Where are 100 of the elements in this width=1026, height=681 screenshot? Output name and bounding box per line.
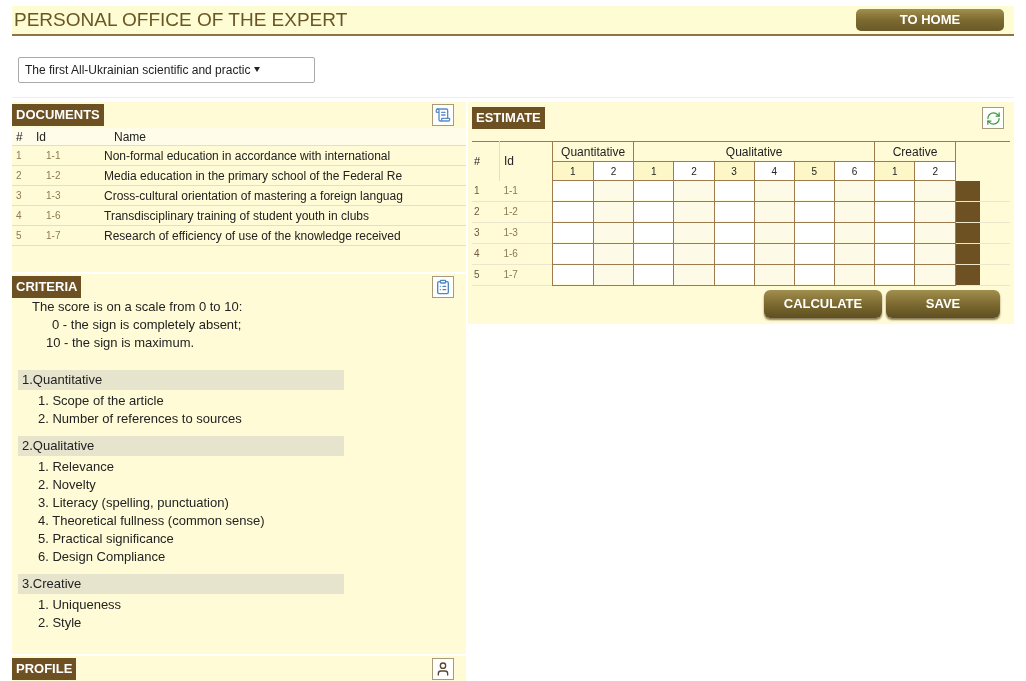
table-cell-text: 1-6 — [45, 209, 62, 223]
table-cell-text: Media education in the primary school of the Federal Re — [104, 167, 404, 185]
score-field[interactable] — [674, 265, 714, 284]
row-bar — [956, 243, 980, 264]
panel-title: ESTIMATE — [472, 107, 545, 129]
score-field[interactable] — [754, 181, 794, 201]
score-field[interactable] — [674, 223, 714, 242]
score-field[interactable] — [834, 244, 874, 263]
table-cell-text: 5 — [15, 229, 23, 243]
panel-title: CRITERIA — [12, 276, 82, 298]
score-field[interactable] — [794, 181, 834, 201]
column-group-header: Quantitative — [552, 141, 634, 162]
score-field[interactable] — [634, 223, 674, 242]
score-field[interactable] — [915, 223, 955, 242]
score-field[interactable] — [593, 181, 634, 201]
document-row[interactable]: 3 1-3 Cross-cultural orientation of mastering a foreign languag — [12, 186, 466, 206]
criteria-item: 1. Uniqueness — [38, 596, 123, 614]
score-field[interactable] — [714, 223, 754, 242]
score-field[interactable] — [754, 202, 794, 221]
score-field[interactable] — [834, 265, 874, 284]
score-field[interactable] — [714, 265, 754, 284]
score-field[interactable] — [915, 244, 955, 263]
score-field[interactable] — [875, 202, 915, 221]
table-cell: 1-2 — [499, 201, 553, 222]
conference-select[interactable]: The first All-Ukrainian scientific and practic — [18, 56, 315, 83]
criteria-item: 3. Literacy (spelling, punctuation) — [38, 494, 230, 512]
home-button[interactable]: TO HOME — [856, 9, 1004, 31]
clipboard-icon[interactable] — [432, 276, 454, 298]
row-bar — [956, 201, 980, 222]
scale-text: The score is on a scale from 0 to 10: — [32, 298, 244, 316]
score-field[interactable] — [674, 181, 714, 201]
score-field[interactable] — [794, 265, 834, 284]
row-bar — [956, 264, 980, 285]
table-cell: 5 — [472, 264, 500, 285]
scroll-icon[interactable] — [432, 104, 454, 126]
score-field[interactable] — [714, 202, 754, 221]
score-field[interactable] — [754, 223, 794, 242]
table-cell: 1 — [472, 180, 500, 201]
action-button[interactable]: SAVE — [886, 289, 1000, 318]
score-field[interactable] — [794, 202, 834, 221]
scale-text: 10 - the sign is maximum. — [45, 334, 196, 352]
score-field[interactable] — [634, 202, 674, 221]
table-cell: 2 — [472, 201, 500, 222]
criteria-item: 2. Novelty — [38, 476, 97, 494]
document-row[interactable]: 2 1-2 Media education in the primary school of the Federal Re — [12, 166, 466, 186]
score-field[interactable] — [552, 202, 593, 221]
table-cell-text: 4 — [15, 209, 23, 223]
score-field[interactable] — [834, 202, 874, 221]
refresh-icon[interactable] — [982, 107, 1004, 129]
score-field[interactable] — [634, 265, 674, 284]
person-icon[interactable] — [432, 658, 454, 680]
score-field[interactable] — [593, 265, 634, 284]
score-field[interactable] — [552, 223, 593, 242]
table-cell: 4 — [472, 243, 500, 264]
caret-icon — [254, 67, 261, 72]
row-bar — [956, 222, 980, 243]
score-field[interactable] — [794, 244, 834, 263]
score-field[interactable] — [875, 265, 915, 284]
score-field[interactable] — [915, 265, 955, 284]
criteria-group-title: 2.Qualitative — [18, 436, 344, 456]
table-cell-text: 1-1 — [45, 149, 62, 163]
table-cell: 1-1 — [499, 180, 553, 201]
score-field[interactable] — [794, 223, 834, 242]
score-field[interactable] — [915, 202, 955, 221]
column-header: # — [15, 128, 24, 146]
score-field[interactable] — [634, 181, 674, 201]
table-cell-text: 3 — [15, 189, 23, 203]
score-field[interactable] — [834, 181, 874, 201]
criteria-item: 1. Scope of the article — [38, 392, 165, 410]
document-row[interactable]: 4 1-6 Transdisciplinary training of student youth in clubs — [12, 206, 466, 226]
score-field[interactable] — [674, 244, 714, 263]
action-button[interactable]: CALCULATE — [764, 289, 882, 318]
criteria-item: 2. Style — [38, 614, 83, 632]
score-field[interactable] — [714, 244, 754, 263]
table-cell-text: Transdisciplinary training of student youth in clubs — [104, 207, 371, 225]
score-field[interactable] — [875, 244, 915, 263]
panel-title: DOCUMENTS — [12, 104, 104, 126]
score-field[interactable] — [552, 244, 593, 263]
score-field[interactable] — [593, 244, 634, 263]
score-field[interactable] — [834, 223, 874, 242]
score-field[interactable] — [714, 181, 754, 201]
scale-text: 0 - the sign is completely absent; — [51, 316, 243, 334]
score-field[interactable] — [674, 202, 714, 221]
score-field[interactable] — [593, 202, 634, 221]
score-field[interactable] — [915, 181, 955, 201]
score-field[interactable] — [875, 223, 915, 242]
score-field[interactable] — [552, 181, 593, 201]
score-field[interactable] — [754, 244, 794, 263]
score-field[interactable] — [552, 265, 593, 284]
score-field[interactable] — [593, 223, 634, 242]
score-field[interactable] — [875, 181, 915, 201]
score-field[interactable] — [634, 244, 674, 263]
criteria-item: 6. Design Compliance — [38, 548, 167, 566]
document-row[interactable]: 5 1-7 Research of efficiency of use of the knowledge received — [12, 226, 466, 246]
column-header: Id — [35, 128, 47, 146]
table-cell: 1-7 — [499, 264, 553, 285]
table-cell: 1-6 — [499, 243, 553, 264]
score-field[interactable] — [754, 265, 794, 284]
criteria-item: 5. Practical significance — [38, 530, 175, 548]
document-row[interactable]: 1 1-1 Non-formal education in accordance with international — [12, 146, 466, 166]
